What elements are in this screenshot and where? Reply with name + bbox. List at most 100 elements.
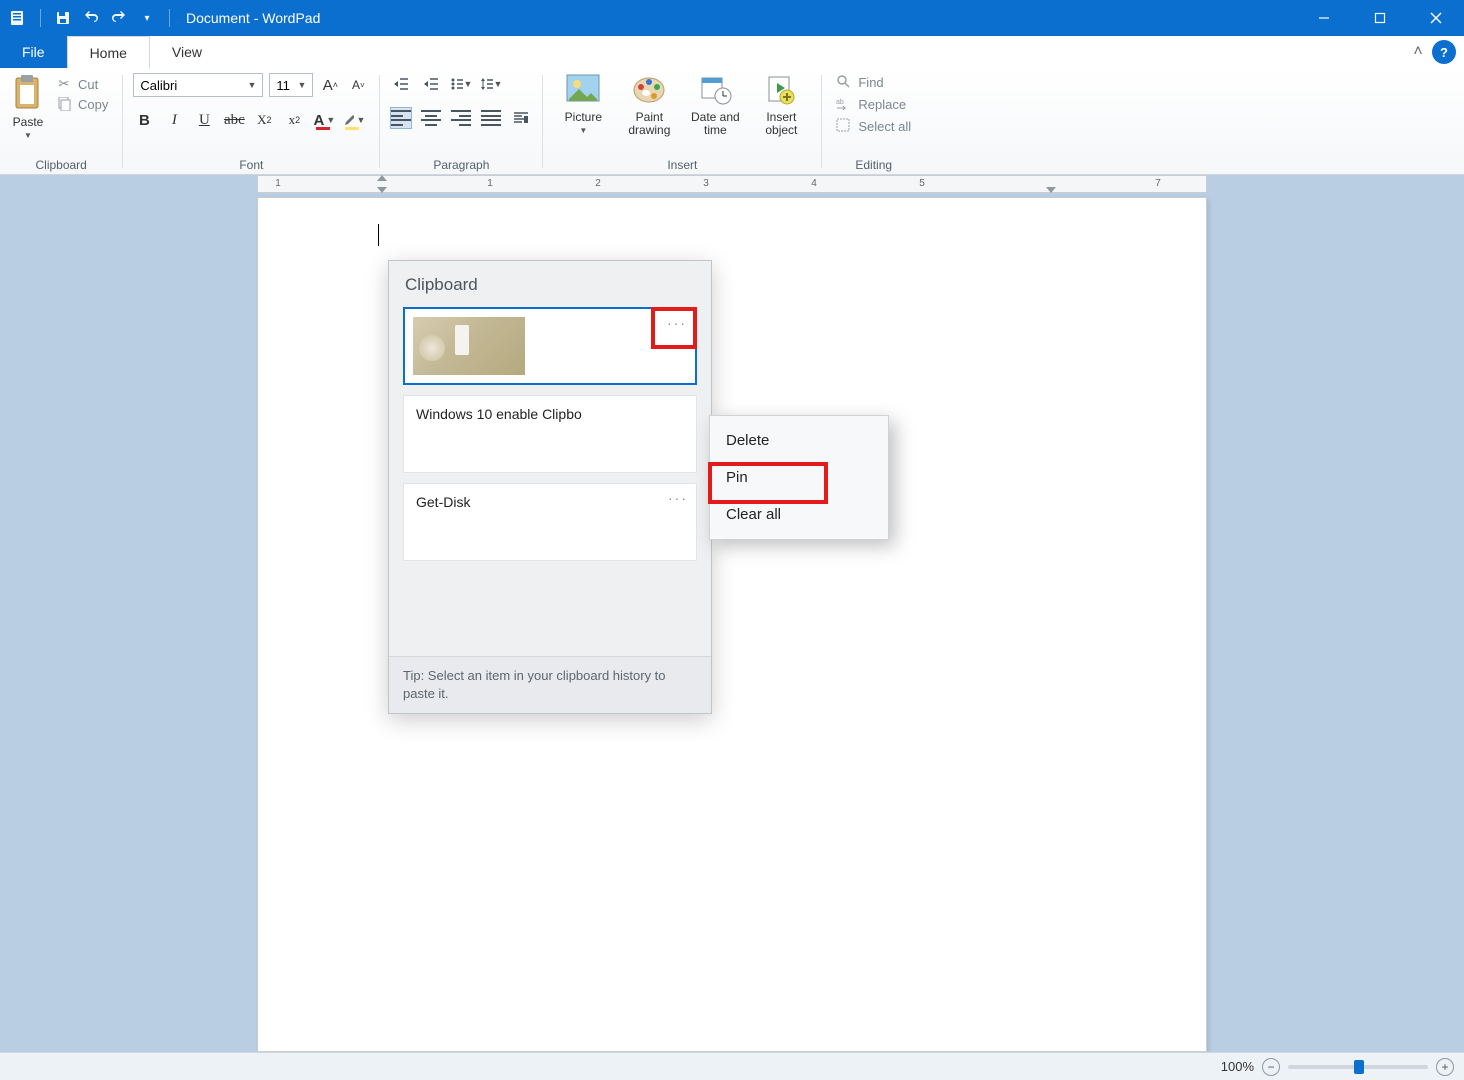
grow-font-button[interactable]: A˄ (319, 74, 341, 96)
ctx-pin[interactable]: Pin (710, 459, 888, 496)
clipboard-context-menu: Delete Pin Clear all (709, 415, 889, 540)
qat-separator (40, 9, 41, 27)
title-bar: ▾ Document - WordPad (0, 0, 1464, 36)
align-right-button[interactable] (450, 107, 472, 129)
replace-button[interactable]: abReplace (832, 95, 915, 113)
chevron-down-icon: ▼ (326, 115, 335, 125)
zoom-slider-thumb[interactable] (1354, 1060, 1364, 1074)
indent-marker-bottom[interactable] (377, 187, 387, 193)
insert-object-button[interactable]: Insert object (751, 73, 811, 137)
font-color-button[interactable]: A▼ (313, 109, 335, 131)
view-tab[interactable]: View (150, 36, 225, 68)
increase-indent-button[interactable] (420, 73, 442, 95)
chevron-down-icon: ▼ (493, 79, 502, 89)
help-icon[interactable]: ? (1432, 40, 1456, 64)
save-icon[interactable] (53, 8, 73, 28)
group-insert: Picture ▼ Paint drawing Date and time Ins… (543, 69, 821, 174)
superscript-button[interactable]: x2 (283, 109, 305, 131)
maximize-button[interactable] (1352, 0, 1408, 36)
zoom-out-button[interactable]: − (1262, 1058, 1280, 1076)
clipboard-tip: Tip: Select an item in your clipboard hi… (389, 656, 711, 713)
font-size-dropdown[interactable]: 11▼ (269, 73, 313, 97)
group-editing: Find abReplace Select all Editing (822, 69, 925, 174)
chevron-down-icon: ▼ (356, 115, 365, 125)
group-paragraph: ▼ ▼ Paragraph (380, 69, 542, 174)
minimize-button[interactable] (1296, 0, 1352, 36)
document-page[interactable]: Clipboard ··· Windows 10 enable Clipbo G… (257, 197, 1207, 1052)
clipboard-history-panel: Clipboard ··· Windows 10 enable Clipbo G… (388, 260, 712, 714)
subscript-button[interactable]: X2 (253, 109, 275, 131)
copy-button[interactable]: Copy (52, 95, 112, 113)
clipboard-item-text[interactable]: Windows 10 enable Clipbo (403, 395, 697, 473)
chevron-down-icon: ▼ (297, 80, 306, 90)
copy-icon (56, 96, 72, 112)
chevron-down-icon: ▼ (579, 126, 587, 135)
insert-paint-button[interactable]: Paint drawing (619, 73, 679, 137)
underline-button[interactable]: U (193, 109, 215, 131)
group-insert-label: Insert (667, 158, 697, 172)
ribbon: Paste ▼ ✂Cut Copy Clipboard Calibri▼ 11▼… (0, 69, 1464, 175)
ctx-delete[interactable]: Delete (710, 422, 888, 459)
zoom-label: 100% (1221, 1059, 1254, 1074)
file-tab[interactable]: File (0, 36, 67, 68)
paste-label: Paste (13, 115, 44, 129)
selectall-icon (836, 118, 852, 134)
clipboard-item-image[interactable]: ··· (403, 307, 697, 385)
collapse-ribbon-icon[interactable]: ˄ (1408, 36, 1428, 68)
ctx-clear-all[interactable]: Clear all (710, 496, 888, 533)
zoom-slider[interactable] (1288, 1065, 1428, 1069)
insert-datetime-button[interactable]: Date and time (685, 73, 745, 137)
scissors-icon: ✂ (56, 76, 72, 92)
chevron-down-icon: ▼ (24, 131, 32, 140)
svg-text:ab: ab (836, 99, 844, 106)
insert-datetime-label: Date and time (691, 111, 740, 137)
paragraph-dialog-button[interactable] (510, 107, 532, 129)
tab-strip: File Home View ˄ ? (0, 36, 1464, 69)
decrease-indent-button[interactable] (390, 73, 412, 95)
insert-paint-label: Paint drawing (628, 111, 670, 137)
paste-button[interactable]: Paste ▼ (10, 73, 46, 140)
group-paragraph-label: Paragraph (433, 158, 489, 172)
justify-button[interactable] (480, 107, 502, 129)
search-icon (836, 74, 852, 90)
redo-icon[interactable] (109, 8, 129, 28)
close-button[interactable] (1408, 0, 1464, 36)
undo-icon[interactable] (81, 8, 101, 28)
find-button[interactable]: Find (832, 73, 915, 91)
chevron-down-icon: ▼ (247, 80, 256, 90)
bold-button[interactable]: B (133, 109, 155, 131)
ruler[interactable]: 1 1 2 3 4 5 7 (0, 175, 1464, 195)
clipboard-panel-title: Clipboard (389, 261, 711, 307)
line-spacing-button[interactable]: ▼ (480, 73, 502, 95)
insert-picture-button[interactable]: Picture ▼ (553, 73, 613, 135)
clipboard-item-text[interactable]: Get-Disk ··· (403, 483, 697, 561)
italic-button[interactable]: I (163, 109, 185, 131)
selectall-button[interactable]: Select all (832, 117, 915, 135)
indent-marker-top[interactable] (377, 175, 387, 181)
app-icon (8, 8, 28, 28)
qat-customize-icon[interactable]: ▾ (137, 8, 157, 28)
home-tab[interactable]: Home (67, 36, 150, 69)
group-clipboard-label: Clipboard (35, 158, 86, 172)
group-font: Calibri▼ 11▼ A˄ A˅ B I U abc X2 x2 A▼ ▼ … (123, 69, 379, 174)
insert-picture-label: Picture (565, 111, 602, 124)
align-center-button[interactable] (420, 107, 442, 129)
text-caret (378, 224, 379, 246)
cut-button[interactable]: ✂Cut (52, 75, 112, 93)
font-name-dropdown[interactable]: Calibri▼ (133, 73, 263, 97)
zoom-in-button[interactable]: + (1436, 1058, 1454, 1076)
chevron-down-icon: ▼ (463, 79, 472, 89)
status-bar: 100% − + (0, 1052, 1464, 1080)
window-title: Document - WordPad (186, 10, 320, 26)
shrink-font-button[interactable]: A˅ (347, 74, 369, 96)
highlight-button[interactable]: ▼ (343, 109, 365, 131)
right-indent-marker[interactable] (1046, 187, 1056, 193)
clipboard-item-more-icon[interactable]: ··· (667, 315, 687, 331)
clipboard-image-thumbnail (413, 317, 525, 375)
insert-object-label: Insert object (765, 111, 797, 137)
clipboard-item-more-icon[interactable]: ··· (668, 490, 688, 506)
group-editing-label: Editing (855, 158, 892, 172)
strikethrough-button[interactable]: abc (223, 109, 245, 131)
list-button[interactable]: ▼ (450, 73, 472, 95)
align-left-button[interactable] (390, 107, 412, 129)
